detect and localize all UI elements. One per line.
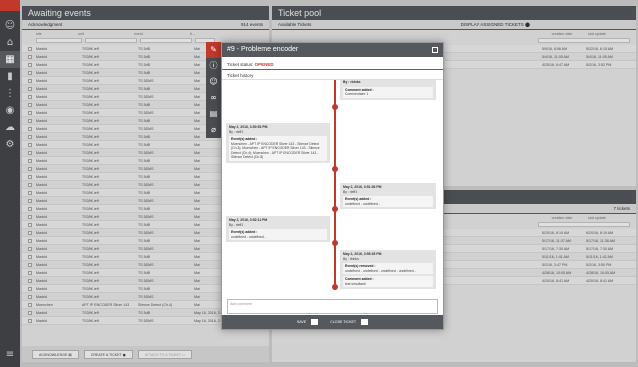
event-section: Event(s) added : undefined - undefined -	[229, 229, 327, 240]
keyboard-icon[interactable]: ▤	[206, 106, 221, 122]
ticket-timeline: By : rbinks Comment added : Commentaire …	[222, 80, 443, 290]
tag-icon[interactable]: ⌀	[206, 122, 221, 138]
timeline-event: May 2, 2016, 3:55:35 PM By : rbinks Even…	[340, 250, 436, 289]
menu-icon[interactable]: ≡	[0, 346, 20, 363]
cloud-upload-icon[interactable]: ☁	[0, 119, 20, 136]
event-section: Event(s) added : Muenchen - APT IP ENCOD…	[229, 136, 327, 161]
timeline-event: May 2, 2016, 3:50:53 PM By : rieff1 Even…	[226, 123, 330, 163]
modal-footer: SAVE CLOSE TICKET	[222, 315, 443, 329]
close-ticket-icon	[361, 319, 369, 325]
brand-logo	[0, 0, 20, 11]
ticket-status: Ticket status: OPENED	[222, 57, 443, 70]
close-icon[interactable]	[432, 47, 438, 53]
route-icon[interactable]: ⋮	[0, 85, 20, 102]
timeline-line	[334, 80, 336, 290]
location-icon[interactable]: ◉	[0, 102, 20, 119]
event-section-body: test simultané	[345, 281, 366, 286]
event-author: By : rieff1	[343, 189, 358, 194]
event-section-body: undefined - undefined -	[345, 201, 380, 206]
event-author: By : rbinks	[343, 256, 359, 261]
modal-title: #9 - Probleme encoder	[227, 46, 299, 53]
timeline-dot	[332, 166, 338, 172]
status-label: Ticket status:	[227, 62, 254, 67]
timeline-event: May 2, 2016, 3:52:11 PM By : rieff1 Even…	[226, 216, 330, 242]
event-section: Event(s) added : undefined - undefined -	[343, 196, 433, 207]
event-section: Event(s) removed : undefined - undefined…	[343, 263, 433, 274]
grid-icon[interactable]: ▦	[0, 51, 20, 68]
save-icon	[311, 319, 319, 325]
history-heading: Ticket history	[222, 70, 443, 80]
nav-rail: ☺ ⌂ ▦ ▮ ⋮ ◉ ☁ ⚙ ≡	[0, 0, 20, 367]
close-ticket-button[interactable]: CLOSE TICKET	[330, 319, 369, 325]
timeline-event: May 2, 2016, 3:51:36 PM By : rieff1 Even…	[340, 183, 436, 209]
modal-header: #9 - Probleme encoder	[222, 43, 443, 57]
event-section-body: undefined - undefined - undefined - unde…	[345, 268, 416, 273]
event-author: By : rieff1	[229, 129, 244, 134]
save-button[interactable]: SAVE	[297, 319, 319, 325]
event-author: By : rbinks	[343, 80, 361, 84]
status-badge: OPENED	[254, 62, 274, 67]
chart-icon[interactable]: ▮	[0, 68, 20, 85]
comment-input[interactable]: Add comment	[227, 299, 438, 314]
timeline-dot	[332, 104, 338, 110]
app-root: ☺ ⌂ ▦ ▮ ⋮ ◉ ☁ ⚙ ≡ Awaiting events Acknow…	[0, 0, 638, 367]
timeline-dot	[332, 240, 338, 246]
home-icon[interactable]: ⌂	[0, 34, 20, 51]
ticket-modal: #9 - Probleme encoder Ticket status: OPE…	[221, 42, 444, 330]
event-section-body: Commentaire 1	[345, 92, 369, 96]
event-section: Comment added : Commentaire 1	[343, 86, 433, 98]
event-section-body: Muenchen - APT IP ENCODER Silver 143 - S…	[231, 141, 320, 160]
wrench-icon[interactable]: ✎	[206, 42, 221, 58]
event-section-body: undefined - undefined -	[231, 234, 266, 239]
timeline-event: By : rbinks Comment added : Commentaire …	[340, 80, 436, 100]
event-section: Comment added : test simultané	[343, 276, 433, 287]
user-icon[interactable]: ☺	[206, 74, 221, 90]
event-author: By : rieff1	[229, 222, 244, 227]
user-icon[interactable]: ☺	[0, 17, 20, 34]
settings-icon[interactable]: ⚙	[0, 136, 20, 153]
info-icon[interactable]: ⓘ	[206, 58, 221, 74]
timeline-dot	[332, 284, 338, 290]
timeline-dot	[332, 206, 338, 212]
link-icon[interactable]: ∞	[206, 90, 221, 106]
